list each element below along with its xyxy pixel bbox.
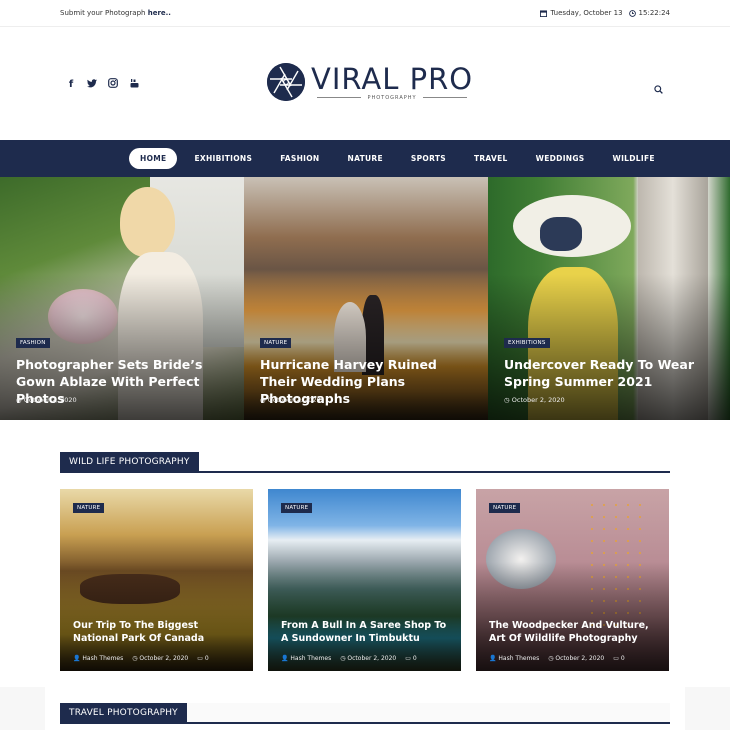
submit-photo-text: Submit your Photograph here..	[60, 9, 171, 17]
aperture-logo-icon	[267, 63, 305, 101]
site-logo[interactable]: VIRAL PRO PHOTOGRAPHY	[267, 63, 473, 101]
site-header: f VIRAL PRO PHOTOGRAPHY	[0, 27, 730, 140]
calendar-icon	[540, 9, 548, 17]
nav-item-weddings[interactable]: WEDDINGS	[525, 148, 596, 169]
post-comments[interactable]: ▭ 0	[405, 655, 416, 662]
post-meta: 👤 Hash Themes ◷ October 2, 2020 ▭ 0	[281, 655, 417, 662]
youtube-icon[interactable]	[129, 78, 139, 91]
section-heading-travel: TRAVEL PHOTOGRAPHY	[60, 703, 670, 724]
featured-slider: FASHION Photographer Sets Bride’s Gown A…	[0, 177, 730, 420]
post-meta: 👤 Hash Themes ◷ October 2, 2020 ▭ 0	[73, 655, 209, 662]
section-title: WILD LIFE PHOTOGRAPHY	[60, 452, 199, 473]
social-links: f	[66, 78, 139, 91]
post-author[interactable]: 👤 Hash Themes	[73, 655, 123, 662]
category-badge[interactable]: NATURE	[281, 503, 313, 513]
post-title[interactable]: From A Bull In A Saree Shop To A Sundown…	[281, 619, 451, 645]
post-title[interactable]: Our Trip To The Biggest National Park Of…	[73, 619, 243, 645]
date-display: Tuesday, October 13	[540, 9, 623, 17]
post-date: ◷ October 2, 2020	[260, 396, 321, 404]
hero-post[interactable]: EXHIBITIONS Undercover Ready To Wear Spr…	[488, 177, 730, 420]
post-meta: 👤 Hash Themes ◷ October 2, 2020 ▭ 0	[489, 655, 625, 662]
category-badge[interactable]: FASHION	[16, 338, 50, 348]
logo-subtitle: PHOTOGRAPHY	[317, 95, 467, 101]
post-author[interactable]: 👤 Hash Themes	[489, 655, 539, 662]
section-title: TRAVEL PHOTOGRAPHY	[60, 703, 187, 724]
photo-bow	[540, 217, 582, 251]
nav-item-wildlife[interactable]: WILDLIFE	[602, 148, 666, 169]
instagram-icon[interactable]	[108, 78, 118, 91]
post-title[interactable]: The Woodpecker And Vulture, Art Of Wildl…	[489, 619, 659, 645]
post-date: ◷ October 2, 2020	[132, 655, 189, 662]
post-card[interactable]: NATURE From A Bull In A Saree Shop To A …	[268, 489, 461, 671]
post-comments[interactable]: ▭ 0	[613, 655, 624, 662]
post-date: ◷ October 2, 2020	[16, 396, 77, 404]
nav-item-sports[interactable]: SPORTS	[400, 148, 457, 169]
search-button[interactable]	[654, 79, 663, 98]
post-card[interactable]: NATURE The Woodpecker And Vulture, Art O…	[476, 489, 669, 671]
hero-post[interactable]: NATURE Hurricane Harvey Ruined Their Wed…	[244, 177, 488, 420]
category-badge[interactable]: NATURE	[73, 503, 105, 513]
nav-item-home[interactable]: HOME	[129, 148, 178, 169]
nav-item-travel[interactable]: TRAVEL	[463, 148, 519, 169]
top-bar: Submit your Photograph here.. Tuesday, O…	[0, 0, 730, 27]
submit-here-link[interactable]: here..	[148, 9, 171, 17]
hero-title[interactable]: Undercover Ready To Wear Spring Summer 2…	[504, 356, 718, 390]
hero-post[interactable]: FASHION Photographer Sets Bride’s Gown A…	[0, 177, 244, 420]
nav-item-nature[interactable]: NATURE	[337, 148, 394, 169]
category-badge[interactable]: NATURE	[260, 338, 292, 348]
post-comments[interactable]: ▭ 0	[197, 655, 208, 662]
main-nav: HOME EXHIBITIONS FASHION NATURE SPORTS T…	[0, 140, 730, 177]
post-date: ◷ October 2, 2020	[504, 396, 565, 404]
clock-icon	[628, 9, 636, 17]
post-date: ◷ October 2, 2020	[340, 655, 397, 662]
search-icon	[654, 85, 663, 94]
category-badge[interactable]: NATURE	[489, 503, 521, 513]
category-badge[interactable]: EXHIBITIONS	[504, 338, 550, 348]
post-date: ◷ October 2, 2020	[548, 655, 605, 662]
wildlife-posts: NATURE Our Trip To The Biggest National …	[60, 489, 671, 671]
photo-subject	[120, 187, 175, 257]
time-display: 15:22:24	[628, 9, 670, 17]
facebook-icon[interactable]: f	[66, 79, 76, 90]
nav-item-fashion[interactable]: FASHION	[269, 148, 330, 169]
logo-title: VIRAL PRO	[311, 61, 474, 96]
twitter-icon[interactable]	[87, 78, 97, 91]
post-author[interactable]: 👤 Hash Themes	[281, 655, 331, 662]
post-card[interactable]: NATURE Our Trip To The Biggest National …	[60, 489, 253, 671]
nav-item-exhibitions[interactable]: EXHIBITIONS	[183, 148, 263, 169]
section-heading-wildlife: WILD LIFE PHOTOGRAPHY	[60, 452, 670, 473]
